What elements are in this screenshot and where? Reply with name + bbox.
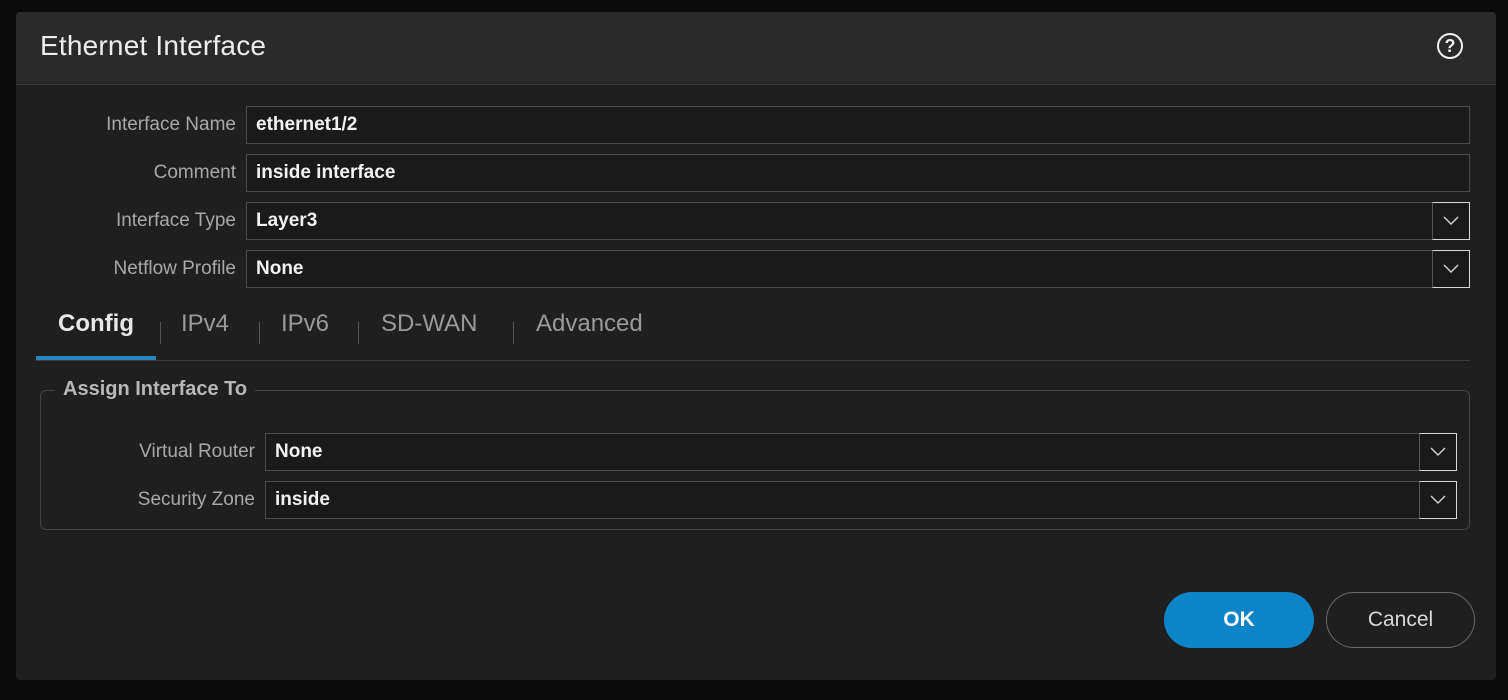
netflow-profile-label: Netflow Profile <box>113 258 237 279</box>
security-zone-select[interactable]: inside <box>265 481 1457 519</box>
tab-bar: Config IPv4 IPv6 SD-WAN Advanced <box>36 302 1470 361</box>
ok-button[interactable]: OK <box>1164 592 1314 648</box>
ethernet-interface-dialog: Ethernet Interface ? Interface Name ethe… <box>16 12 1496 680</box>
security-zone-value: inside <box>275 489 330 510</box>
interface-name-field[interactable]: ethernet1/2 <box>246 106 1470 144</box>
tab-separator <box>513 322 514 344</box>
tab-ipv4[interactable]: IPv4 <box>181 310 229 338</box>
interface-name-label: Interface Name <box>106 114 236 135</box>
netflow-profile-select[interactable]: None <box>246 250 1470 288</box>
security-zone-label: Security Zone <box>137 489 255 510</box>
virtual-router-value: None <box>275 441 323 462</box>
netflow-profile-value: None <box>256 258 304 279</box>
chevron-down-icon[interactable] <box>1419 481 1457 519</box>
chevron-down-icon[interactable] <box>1432 202 1470 240</box>
assign-interface-legend: Assign Interface To <box>55 378 256 401</box>
tab-separator <box>259 322 260 344</box>
interface-type-value: Layer3 <box>256 210 318 231</box>
comment-value: inside interface <box>256 162 396 183</box>
tab-sd-wan[interactable]: SD-WAN <box>381 310 477 338</box>
cancel-button[interactable]: Cancel <box>1326 592 1475 648</box>
assign-interface-group: Assign Interface To Virtual Router None … <box>40 378 1470 530</box>
comment-label: Comment <box>153 162 236 183</box>
interface-type-label: Interface Type <box>115 210 236 231</box>
dialog-title: Ethernet Interface <box>40 30 267 61</box>
active-tab-indicator <box>36 356 156 360</box>
tab-separator <box>160 322 161 344</box>
dialog-header: Ethernet Interface ? <box>16 12 1496 85</box>
interface-type-select[interactable]: Layer3 <box>246 202 1470 240</box>
chevron-down-icon[interactable] <box>1419 433 1457 471</box>
tab-separator <box>358 322 359 344</box>
virtual-router-select[interactable]: None <box>265 433 1457 471</box>
tab-config[interactable]: Config <box>58 310 134 338</box>
comment-field[interactable]: inside interface <box>246 154 1470 192</box>
tab-ipv6[interactable]: IPv6 <box>281 310 329 338</box>
chevron-down-icon[interactable] <box>1432 250 1470 288</box>
interface-name-value: ethernet1/2 <box>256 114 358 135</box>
question-circle-icon[interactable]: ? <box>1437 33 1463 59</box>
virtual-router-label: Virtual Router <box>139 441 255 462</box>
tab-advanced[interactable]: Advanced <box>536 310 643 338</box>
